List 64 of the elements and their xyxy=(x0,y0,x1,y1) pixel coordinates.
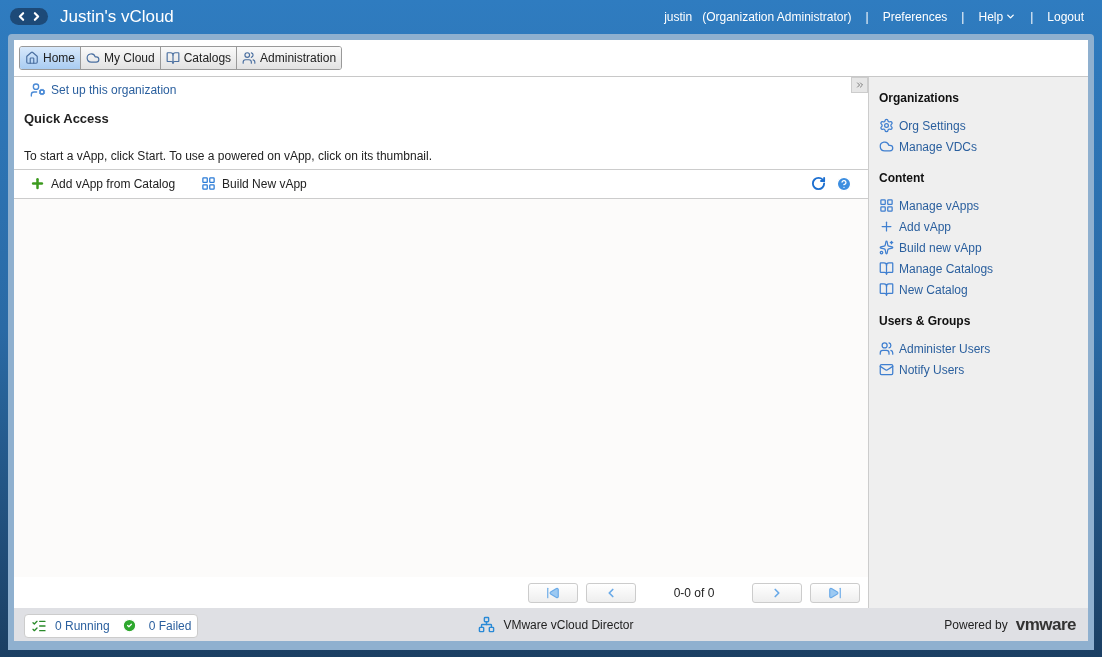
users-icon xyxy=(242,51,257,65)
nav-tab[interactable]: Administration xyxy=(236,47,342,69)
toolbar-button[interactable]: Add vApp from Catalog xyxy=(30,174,176,193)
separator: | xyxy=(960,8,966,26)
users-icon xyxy=(879,341,894,356)
header-link[interactable]: Preferences xyxy=(882,7,948,26)
section-heading: Quick Access xyxy=(24,110,110,128)
network-icon xyxy=(478,616,496,633)
app-title: Justin's vCloud xyxy=(60,5,174,28)
sidebar-link[interactable]: Manage vApps xyxy=(879,195,1078,216)
caret-icon xyxy=(1005,11,1017,22)
grid-icon xyxy=(201,176,217,191)
running-link[interactable]: 0 Running xyxy=(55,616,110,635)
check-icon xyxy=(121,618,137,633)
user-name: justin xyxy=(664,8,693,26)
book-icon xyxy=(879,282,894,297)
separator: | xyxy=(864,8,870,26)
sidebar-link[interactable]: Notify Users xyxy=(879,359,1078,380)
help-icon[interactable] xyxy=(836,175,852,192)
toolbar-button[interactable]: Build New vApp xyxy=(201,174,307,193)
house-icon xyxy=(25,51,39,65)
first-page-button[interactable] xyxy=(528,582,578,603)
separator: | xyxy=(1029,8,1035,26)
page-count: 0-0 of 0 xyxy=(672,584,716,602)
gear-icon xyxy=(879,118,894,133)
sidebar-heading: Organizations xyxy=(879,90,960,107)
setup-link[interactable]: Set up this organization xyxy=(30,81,177,99)
instructions-text: To start a vApp, click Start. To use a powered on vApp, click on its thumbnail. xyxy=(24,147,433,165)
cloud-icon xyxy=(879,139,894,154)
next-page-button[interactable] xyxy=(752,582,802,603)
sidebar-link[interactable]: Add vApp xyxy=(879,216,1078,237)
failed-link[interactable]: 0 Failed xyxy=(148,616,192,635)
collapse-button[interactable] xyxy=(851,77,868,93)
product-name: VMware vCloud Director xyxy=(503,616,634,634)
grid-icon xyxy=(879,198,894,213)
refresh-icon[interactable] xyxy=(811,176,826,191)
sidebar-link[interactable]: Org Settings xyxy=(879,115,1078,136)
cloud-icon xyxy=(86,51,100,65)
user-role: (Organization Administrator) xyxy=(702,8,852,26)
sidebar-link[interactable]: New Catalog xyxy=(879,279,1078,300)
sidebar-link[interactable]: Manage VDCs xyxy=(879,136,1078,157)
brand-logo: vmware xyxy=(1015,613,1076,636)
previous-page-button[interactable] xyxy=(586,582,636,603)
sidebar-link[interactable]: Build new vApp xyxy=(879,237,1078,258)
nav-tab[interactable]: Catalogs xyxy=(159,47,237,69)
sidebar-heading: Users & Groups xyxy=(879,313,972,330)
nav-tab[interactable]: My Cloud xyxy=(80,47,160,69)
plus-icon xyxy=(30,176,45,191)
skip-forward-icon xyxy=(828,585,842,600)
header-link[interactable]: Logout xyxy=(1047,7,1084,26)
book-icon xyxy=(879,261,894,276)
nav-tab[interactable]: Home xyxy=(20,47,80,69)
skip-back-icon xyxy=(546,585,560,600)
last-page-button[interactable] xyxy=(810,582,860,603)
plus-icon xyxy=(879,219,894,234)
book-icon xyxy=(165,51,180,65)
sparkle-icon xyxy=(879,240,894,255)
powered-by-text: Powered by xyxy=(944,616,1008,634)
double-chevron-icon xyxy=(854,80,865,90)
help-menu[interactable]: Help xyxy=(978,7,1017,26)
sidebar-link[interactable]: Administer Users xyxy=(879,338,1078,359)
sidebar-heading: Content xyxy=(879,170,926,187)
sidebar-link[interactable]: Manage Catalogs xyxy=(879,258,1078,279)
mail-icon xyxy=(879,362,894,377)
